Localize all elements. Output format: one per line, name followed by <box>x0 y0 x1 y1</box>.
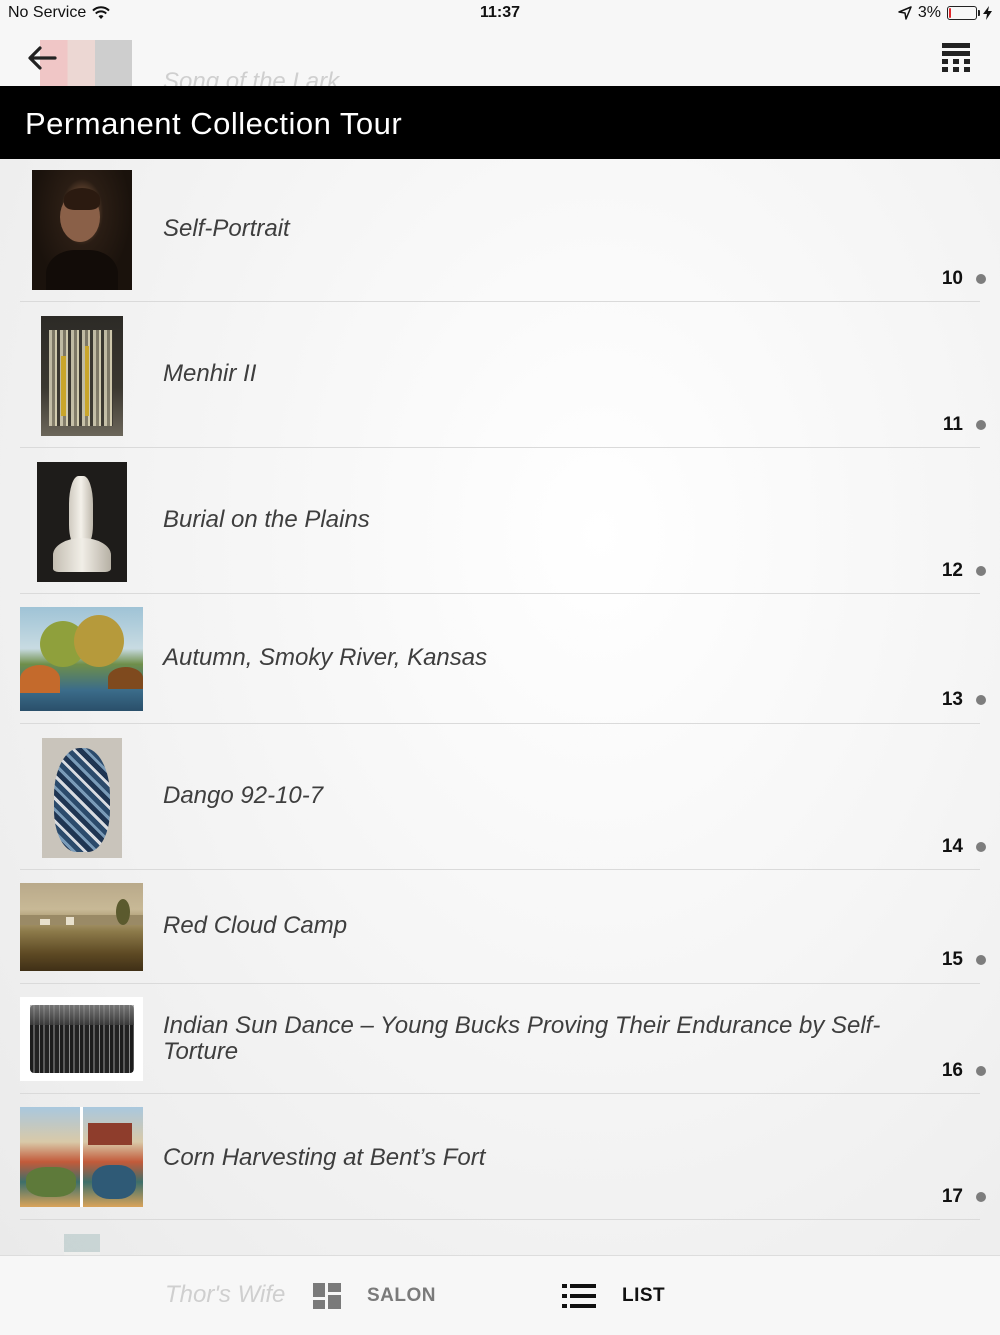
status-dot <box>976 274 986 284</box>
tab-salon[interactable]: SALON <box>313 1256 436 1335</box>
bottom-tab-bar: Thor's Wife SALON LIST <box>0 1255 1000 1335</box>
status-dot <box>976 420 986 430</box>
stop-number: 14 <box>941 836 963 857</box>
page-header: Permanent Collection Tour <box>0 86 1000 159</box>
stop-number: 11 <box>942 414 963 435</box>
salon-grid-icon <box>313 1282 341 1309</box>
location-arrow-icon <box>898 6 912 20</box>
stop-number: 10 <box>941 268 963 289</box>
artwork-thumbnail <box>20 170 143 290</box>
keypad-button[interactable] <box>936 38 976 78</box>
stop-number: 12 <box>941 560 963 581</box>
ghost-row-title: Song of the Lark <box>163 68 340 86</box>
battery-level <box>949 8 951 18</box>
list-icon <box>562 1283 596 1308</box>
back-arrow-icon <box>28 46 57 70</box>
artwork-title: Autumn, Smoky River, Kansas <box>163 644 488 671</box>
status-dot <box>976 955 986 965</box>
battery-percent: 3% <box>917 4 941 21</box>
tab-list[interactable]: LIST <box>562 1256 1000 1335</box>
stop-number: 17 <box>941 1186 963 1207</box>
list-item[interactable]: Indian Sun Dance – Young Bucks Proving T… <box>0 984 1000 1094</box>
battery-icon <box>947 6 980 20</box>
artwork-title: Corn Harvesting at Bent’s Fort <box>163 1144 486 1171</box>
list-item[interactable]: Self-Portrait 10 <box>0 159 1000 302</box>
artwork-title: Self-Portrait <box>163 215 290 242</box>
artwork-title: Red Cloud Camp <box>163 912 348 939</box>
status-dot <box>976 842 986 852</box>
tab-salon-label: SALON <box>367 1284 436 1306</box>
artwork-thumbnail <box>20 997 143 1081</box>
tab-list-label: LIST <box>622 1284 666 1306</box>
artwork-title: Burial on the Plains <box>163 506 370 533</box>
artwork-thumbnail <box>20 316 143 436</box>
list-item[interactable]: Red Cloud Camp 15 <box>0 870 1000 984</box>
page-title: Permanent Collection Tour <box>25 106 403 141</box>
artwork-thumbnail <box>20 462 143 582</box>
artwork-title: Indian Sun Dance – Young Bucks Proving T… <box>163 1012 881 1065</box>
charging-bolt-icon <box>983 6 992 20</box>
stop-number: 16 <box>941 1060 963 1081</box>
clock: 11:37 <box>479 4 521 21</box>
keypad-icon <box>942 43 970 72</box>
stop-number: 13 <box>941 689 963 710</box>
nav-bar: Song of the Lark <box>0 28 1000 86</box>
status-dot <box>976 566 986 576</box>
ghost-row-title: Thor's Wife <box>165 1281 286 1308</box>
list-item[interactable]: Autumn, Smoky River, Kansas 13 <box>0 594 1000 724</box>
artwork-thumbnail <box>20 883 143 971</box>
artwork-thumbnail <box>20 738 143 858</box>
stop-number: 15 <box>941 949 963 970</box>
status-dot <box>976 1192 986 1202</box>
row-divider <box>20 1219 980 1220</box>
status-dot <box>976 1066 986 1076</box>
list-item[interactable]: Menhir II 11 <box>0 302 1000 448</box>
status-dot <box>976 695 986 705</box>
list-item[interactable]: Burial on the Plains 12 <box>0 448 1000 594</box>
artwork-thumbnail <box>20 1107 143 1207</box>
artwork-thumbnail <box>20 607 143 711</box>
artwork-title: Dango 92-10-7 <box>163 782 324 809</box>
artwork-title: Menhir II <box>163 360 257 387</box>
back-button[interactable] <box>20 38 64 78</box>
list-item[interactable]: Dango 92-10-7 14 <box>0 724 1000 870</box>
status-bar: No Service 11:37 3% <box>0 0 1000 28</box>
list-item[interactable]: Corn Harvesting at Bent’s Fort 17 <box>0 1094 1000 1220</box>
